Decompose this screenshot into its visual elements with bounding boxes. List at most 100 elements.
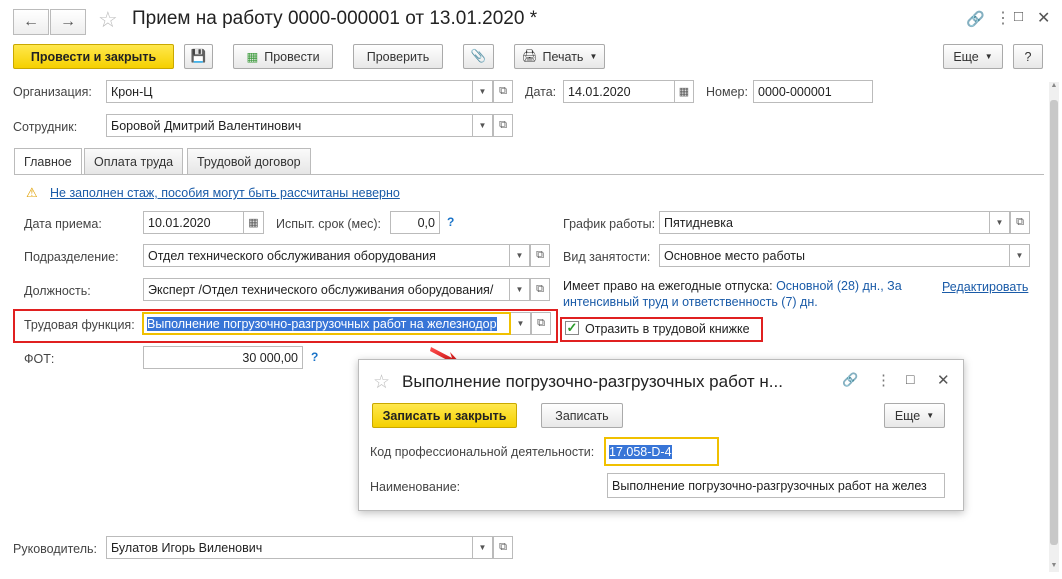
reflect-label: Отразить в трудовой книжке [585, 322, 750, 336]
manager-label: Руководитель: [13, 542, 98, 556]
forward-button[interactable]: → [50, 9, 86, 35]
warning-icon: ⚠ [26, 185, 38, 200]
more-vert-icon[interactable]: ⋮ [995, 8, 1011, 28]
hire-date-field[interactable]: 10.01.2020 [143, 211, 244, 234]
calendar-icon: ▦ [678, 86, 690, 98]
labor-function-value: Выполнение погрузочно-разгрузочных работ… [147, 316, 497, 331]
paperclip-icon: 📎 [470, 49, 487, 63]
open-icon: ⧉ [499, 119, 507, 131]
open-icon: ⧉ [536, 283, 544, 295]
chevron-down-icon: ▼ [984, 52, 993, 61]
division-field[interactable]: Отдел технического обслуживания оборудов… [143, 244, 510, 267]
popup-save-button[interactable]: Записать [541, 403, 623, 428]
number-field[interactable]: 0000-000001 [753, 80, 873, 103]
link-icon[interactable]: 🔗 [966, 10, 985, 28]
post-button[interactable]: ▦ Провести [233, 44, 333, 69]
labor-function-label: Трудовая функция: [24, 318, 135, 332]
more-label: Еще [953, 49, 979, 64]
warning-link[interactable]: Не заполнен стаж, пособия могут быть рас… [50, 186, 400, 200]
division-dropdown-button[interactable]: ▼ [510, 244, 530, 267]
manager-field[interactable]: Булатов Игорь Виленович [106, 536, 473, 559]
save-button[interactable]: 💾 [184, 44, 213, 69]
employment-dropdown-button[interactable]: ▼ [1010, 244, 1030, 267]
close-icon[interactable]: ✕ [1037, 8, 1050, 28]
check-button[interactable]: Проверить [353, 44, 443, 69]
fot-help-icon[interactable]: ? [311, 350, 318, 364]
print-label: Печать [542, 49, 584, 64]
position-field[interactable]: Эксперт /Отдел технического обслуживания… [143, 278, 510, 301]
labor-function-dropdown-button[interactable]: ▼ [511, 312, 531, 335]
scroll-up-icon[interactable]: ▲ [1049, 82, 1059, 92]
schedule-open-button[interactable]: ⧉ [1010, 211, 1030, 234]
scrollbar-thumb[interactable] [1050, 100, 1058, 545]
checkmark-icon: ✓ [566, 320, 578, 335]
window-title: Прием на работу 0000-000001 от 13.01.202… [132, 8, 538, 29]
chevron-down-icon: ▼ [516, 319, 525, 328]
attach-button[interactable]: 📎 [463, 44, 494, 69]
name-label: Наименование: [370, 480, 461, 494]
employee-field[interactable]: Боровой Дмитрий Валентинович [106, 114, 473, 137]
help-button[interactable]: ? [1013, 44, 1043, 69]
back-button[interactable]: ← [13, 9, 49, 35]
chevron-down-icon: ▼ [515, 251, 524, 260]
popup-save-close-button[interactable]: Записать и закрыть [372, 403, 517, 428]
reflect-checkbox[interactable]: ✓ [565, 320, 579, 335]
position-open-button[interactable]: ⧉ [530, 278, 550, 301]
schedule-dropdown-button[interactable]: ▼ [990, 211, 1010, 234]
maximize-icon[interactable]: □ [906, 371, 914, 387]
org-open-button[interactable]: ⧉ [493, 80, 513, 103]
employee-dropdown-button[interactable]: ▼ [473, 114, 493, 137]
probation-field[interactable]: 0,0 [390, 211, 440, 234]
popup-more-button[interactable]: Еще ▼ [884, 403, 945, 428]
vertical-scrollbar[interactable]: ▲ ▼ [1049, 82, 1059, 572]
tab-payment[interactable]: Оплата труда [84, 148, 184, 174]
post-and-close-button[interactable]: Провести и закрыть [13, 44, 174, 69]
arrow-left-icon: ← [23, 13, 39, 30]
date-label: Дата: [525, 85, 557, 99]
scroll-down-icon[interactable]: ▼ [1049, 562, 1059, 572]
chevron-down-icon: ▼ [478, 121, 487, 130]
probation-help-icon[interactable]: ? [447, 215, 454, 229]
link-icon[interactable]: 🔗 [842, 372, 858, 388]
manager-open-button[interactable]: ⧉ [493, 536, 513, 559]
tab-main[interactable]: Главное [14, 148, 82, 175]
open-icon: ⧉ [499, 541, 507, 553]
vacation-values-2: интенсивный труд и ответственность (7) д… [563, 295, 818, 309]
more-vert-icon[interactable]: ⋮ [876, 371, 891, 389]
printer-icon: 🖨 [521, 49, 538, 63]
fot-field[interactable]: 30 000,00 [143, 346, 303, 369]
tab-contract[interactable]: Трудовой договор [187, 148, 311, 174]
position-label: Должность: [24, 284, 91, 298]
post-icon: ▦ [246, 50, 259, 64]
employee-label: Сотрудник: [13, 120, 78, 134]
manager-dropdown-button[interactable]: ▼ [473, 536, 493, 559]
code-field[interactable]: 17.058-D-4 [604, 437, 719, 466]
chevron-down-icon: ▼ [995, 218, 1004, 227]
hire-calendar-button[interactable]: ▦ [244, 211, 264, 234]
fot-label: ФОТ: [24, 352, 55, 366]
position-dropdown-button[interactable]: ▼ [510, 278, 530, 301]
edit-vacation-link[interactable]: Редактировать [942, 280, 1028, 294]
print-button[interactable]: 🖨 Печать ▼ [514, 44, 605, 69]
popup-title: Выполнение погрузочно-разгрузочных работ… [402, 372, 783, 391]
close-icon[interactable]: ✕ [937, 371, 950, 389]
employee-open-button[interactable]: ⧉ [493, 114, 513, 137]
probation-label: Испыт. срок (мес): [276, 217, 381, 231]
post-label: Провести [264, 49, 320, 64]
star-icon[interactable]: ☆ [373, 371, 390, 394]
date-field[interactable]: 14.01.2020 [563, 80, 676, 103]
org-field[interactable]: Крон-Ц [106, 80, 473, 103]
star-icon[interactable]: ☆ [98, 7, 118, 33]
division-open-button[interactable]: ⧉ [530, 244, 550, 267]
more-button[interactable]: Еще ▼ [943, 44, 1003, 69]
employment-field[interactable]: Основное место работы [659, 244, 1010, 267]
labor-function-field[interactable]: Выполнение погрузочно-разгрузочных работ… [142, 312, 511, 335]
chevron-down-icon: ▼ [478, 543, 487, 552]
maximize-icon[interactable]: □ [1014, 8, 1023, 25]
schedule-field[interactable]: Пятидневка [659, 211, 990, 234]
division-label: Подразделение: [24, 250, 119, 264]
name-field[interactable]: Выполнение погрузочно-разгрузочных работ… [607, 473, 945, 498]
labor-function-open-button[interactable]: ⧉ [531, 312, 551, 335]
org-dropdown-button[interactable]: ▼ [473, 80, 493, 103]
calendar-button[interactable]: ▦ [674, 80, 694, 103]
